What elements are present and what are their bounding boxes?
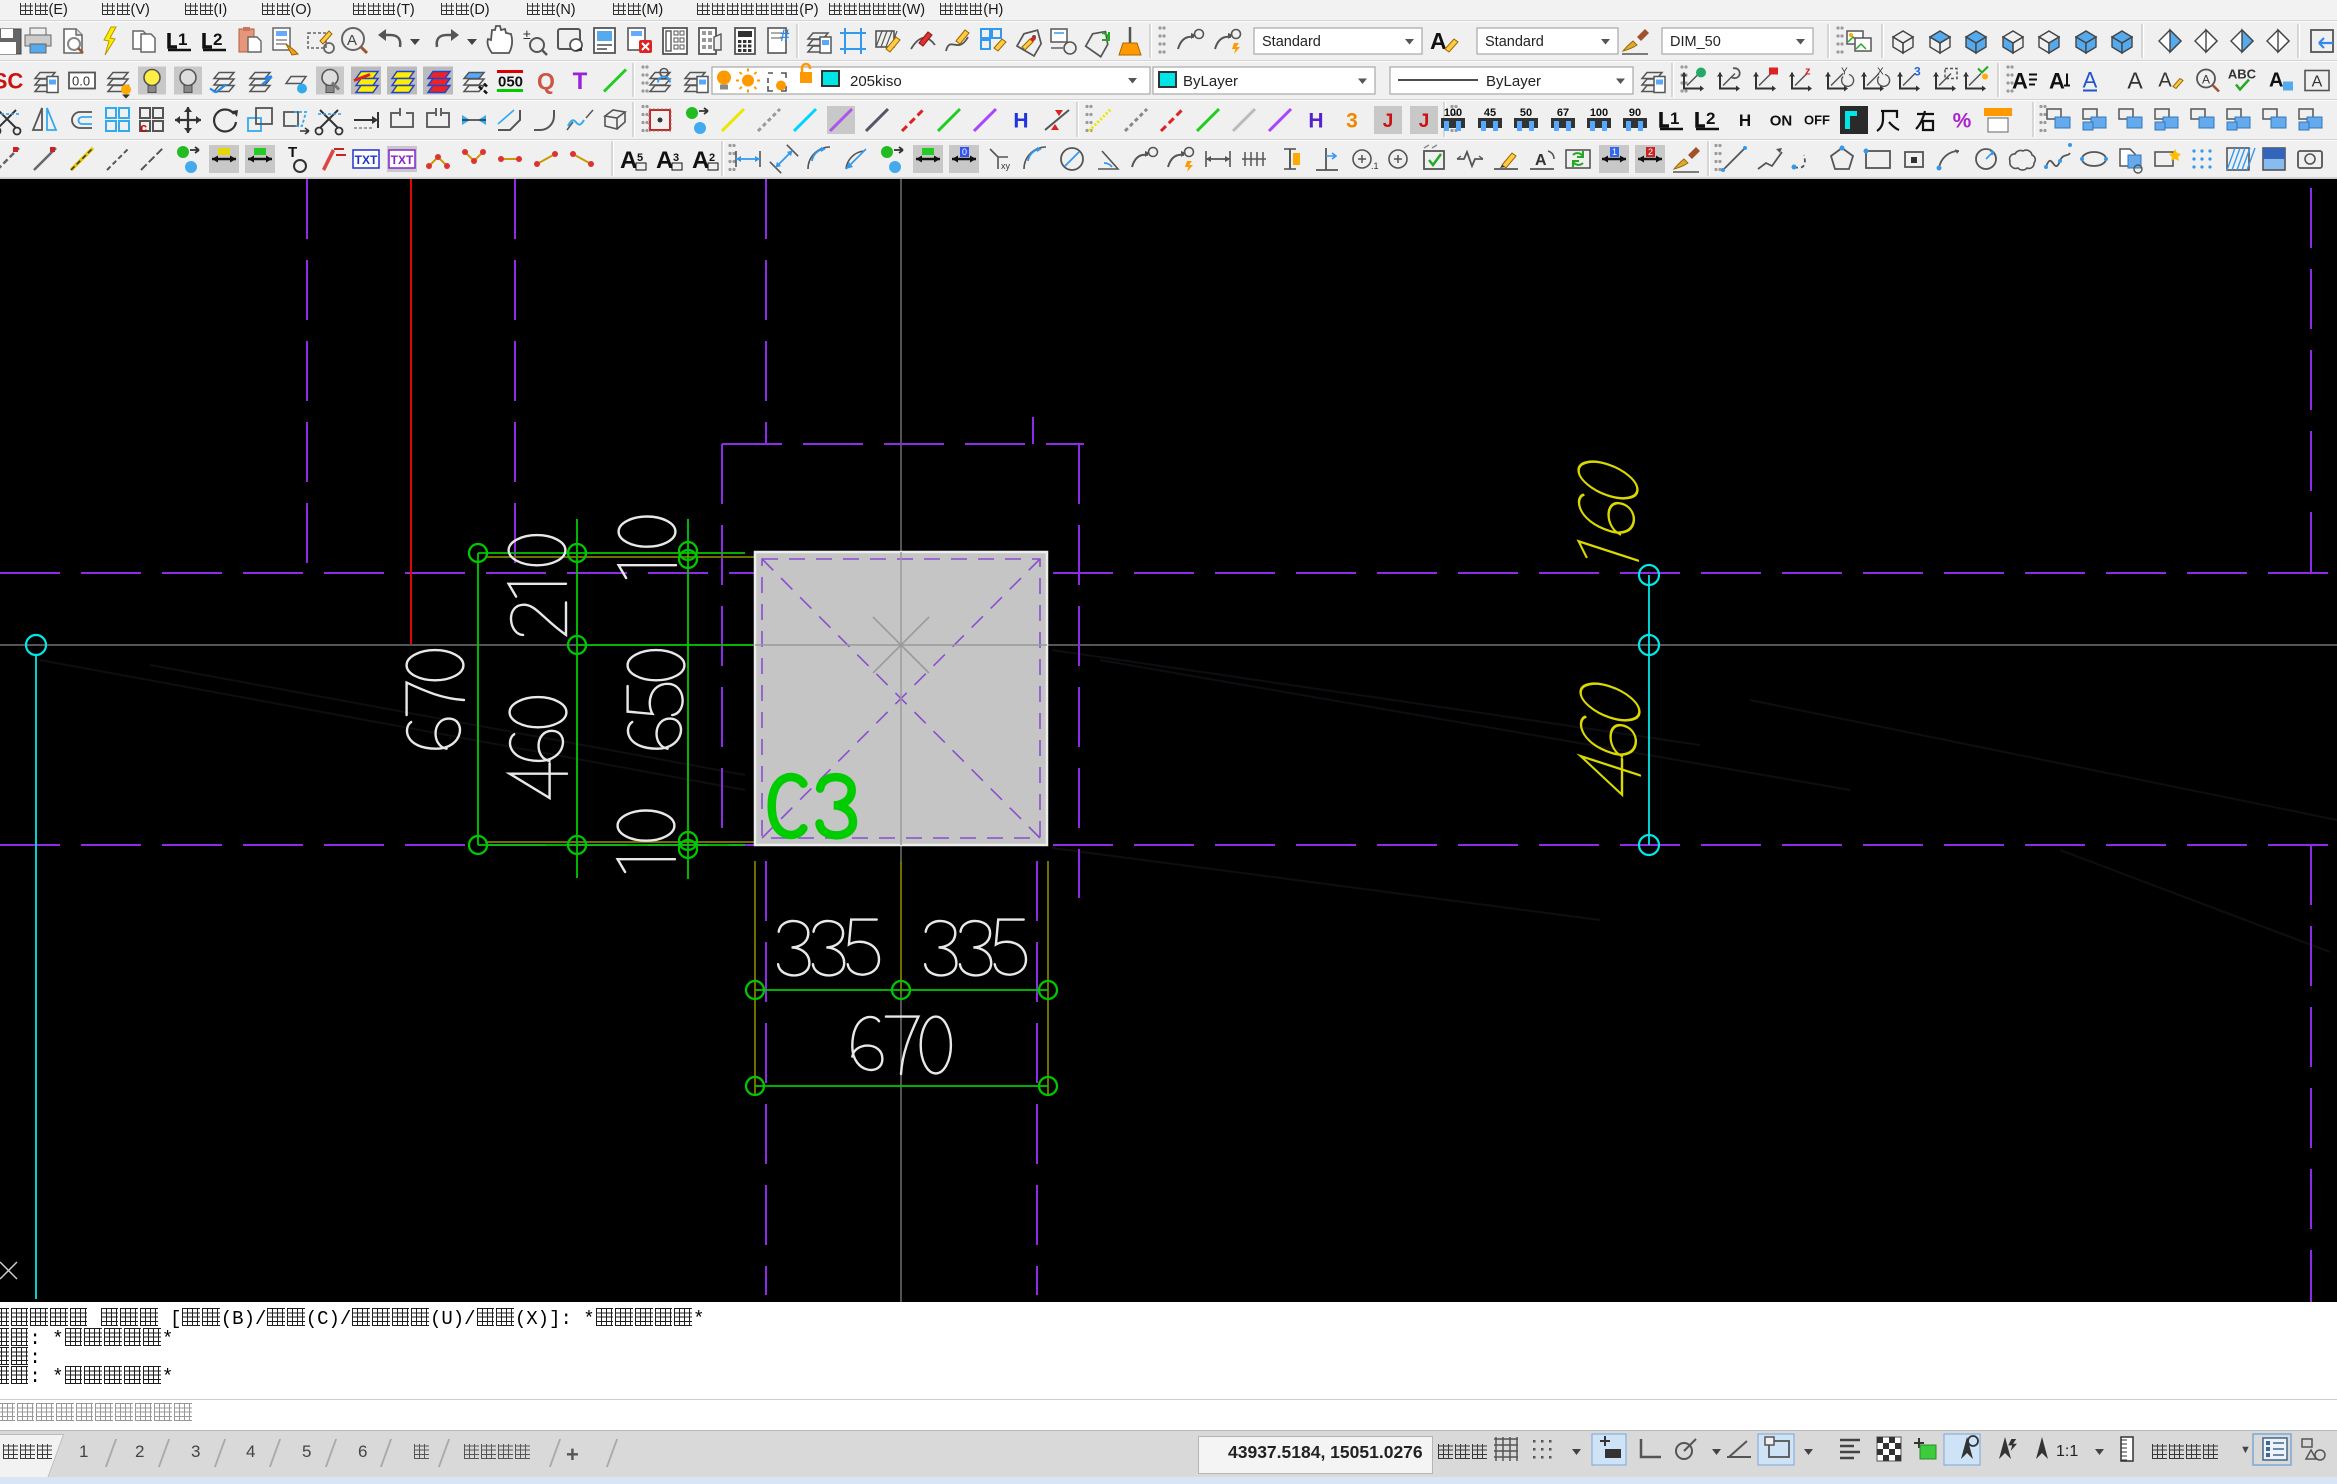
svg-text:A: A <box>620 147 637 174</box>
svg-text:A: A <box>2012 69 2028 94</box>
svg-text:ON: ON <box>1770 112 1793 129</box>
svg-text:z: z <box>1805 66 1811 78</box>
svg-text:A: A <box>2127 68 2143 94</box>
svg-text:0.0: 0.0 <box>72 74 90 89</box>
svg-text:T: T <box>573 68 588 95</box>
svg-text:205kiso: 205kiso <box>850 73 902 90</box>
svg-text:A: A <box>1535 152 1547 169</box>
svg-text:100: 100 <box>1590 107 1608 119</box>
svg-text:#: # <box>780 26 790 45</box>
svg-text:100: 100 <box>1444 107 1462 119</box>
svg-text:T: T <box>288 144 297 161</box>
svg-text:±: ± <box>523 26 531 42</box>
svg-text:TXT: TXT <box>391 153 414 167</box>
svg-text:A: A <box>347 32 357 49</box>
svg-text:45: 45 <box>1484 107 1496 119</box>
svg-text:67: 67 <box>1557 107 1569 119</box>
svg-text:DIM_50: DIM_50 <box>1670 34 1721 50</box>
svg-text:1: 1 <box>1612 147 1617 157</box>
svg-text:A: A <box>2158 70 2172 92</box>
svg-text:A: A <box>2312 74 2323 91</box>
svg-text:H: H <box>1013 110 1028 133</box>
svg-text:Q: Q <box>537 68 555 94</box>
svg-text:X: X <box>1877 67 1884 78</box>
svg-text:J: J <box>1383 111 1394 132</box>
svg-text:.1: .1 <box>1371 161 1379 171</box>
svg-text:Standard: Standard <box>1262 34 1321 50</box>
svg-text:2: 2 <box>213 30 222 49</box>
svg-text:ByLayer: ByLayer <box>1183 73 1238 90</box>
svg-text:xy: xy <box>1001 161 1011 171</box>
svg-text:A: A <box>2083 68 2098 93</box>
svg-text:H: H <box>1308 110 1323 133</box>
svg-text:OFF: OFF <box>1804 113 1830 128</box>
svg-text:0: 0 <box>962 147 967 157</box>
svg-text:ByLayer: ByLayer <box>1486 73 1541 90</box>
svg-text:Standard: Standard <box>1485 34 1544 50</box>
svg-text:2: 2 <box>709 152 715 164</box>
svg-text:1: 1 <box>178 30 187 49</box>
svg-text:A: A <box>2202 73 2210 87</box>
svg-text:A: A <box>2269 70 2283 92</box>
svg-text:3: 3 <box>673 152 679 164</box>
svg-text:SC: SC <box>0 68 23 93</box>
svg-text:H: H <box>1739 111 1751 130</box>
svg-text:3: 3 <box>1914 65 1921 79</box>
svg-text:50: 50 <box>1520 107 1532 119</box>
svg-text:c: c <box>140 120 147 135</box>
svg-text:A: A <box>692 147 709 174</box>
svg-text:2: 2 <box>1706 109 1715 128</box>
svg-text:A: A <box>1430 28 1447 54</box>
svg-text:Y: Y <box>1841 67 1848 78</box>
svg-text:A: A <box>2049 69 2065 94</box>
svg-text:A: A <box>656 147 673 174</box>
svg-text:TXT: TXT <box>355 153 378 167</box>
svg-text:050: 050 <box>498 74 523 91</box>
svg-text:2: 2 <box>1648 147 1653 157</box>
svg-text:J: J <box>1419 111 1430 132</box>
svg-text:1: 1 <box>1670 109 1679 128</box>
svg-text:%: % <box>1953 110 1972 133</box>
svg-text:3: 3 <box>1346 110 1358 133</box>
svg-text:ABC: ABC <box>2228 67 2257 82</box>
svg-text:1:1: 1:1 <box>2056 1443 2078 1460</box>
svg-text:90: 90 <box>1629 107 1641 119</box>
svg-text:5: 5 <box>637 152 643 164</box>
